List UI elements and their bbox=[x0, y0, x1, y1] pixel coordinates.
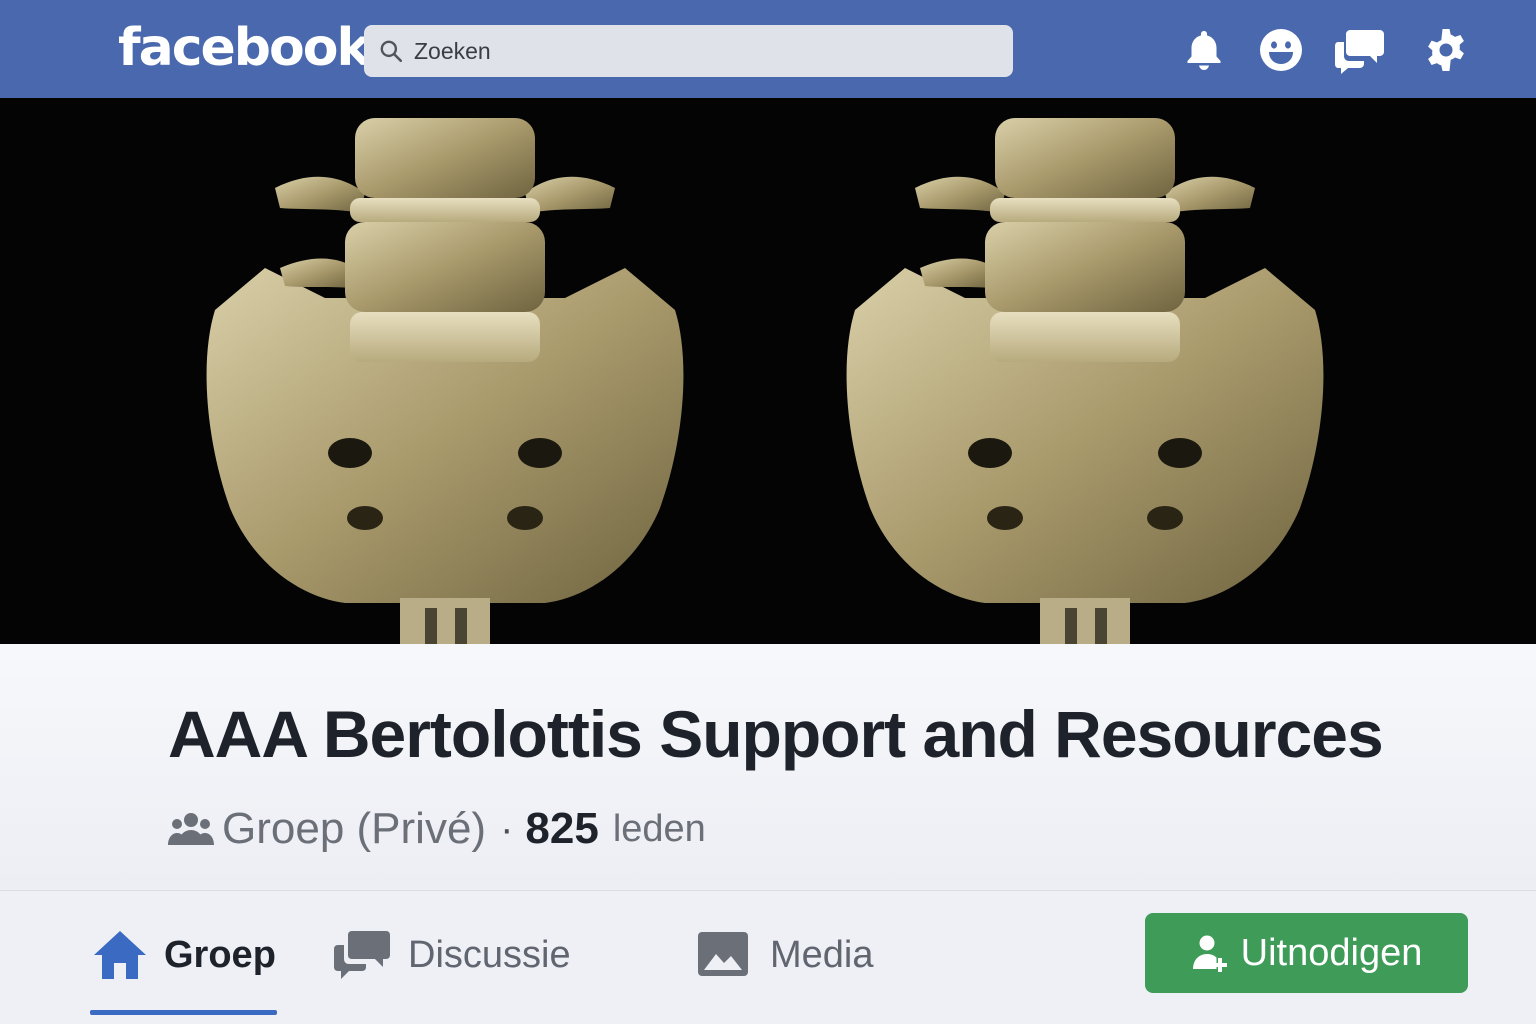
invite-button[interactable]: Uitnodigen bbox=[1145, 913, 1468, 993]
cover-photo bbox=[0, 98, 1536, 644]
group-privacy-type: Groep (Privé) bbox=[222, 804, 487, 853]
search-input[interactable] bbox=[414, 37, 974, 65]
smiley-icon[interactable] bbox=[1257, 26, 1305, 74]
messages-icon[interactable] bbox=[1334, 26, 1386, 74]
spine-image bbox=[206, 118, 1324, 644]
image-icon bbox=[698, 932, 748, 976]
tab-label: Discussie bbox=[408, 933, 571, 976]
member-label: leden bbox=[612, 807, 706, 850]
group-info: AAA Bertolottis Support and Resources Gr… bbox=[0, 644, 1536, 890]
home-icon bbox=[94, 931, 146, 979]
members-icon bbox=[168, 813, 214, 845]
tab-groep[interactable]: Groep bbox=[92, 925, 276, 985]
tab-media[interactable]: Media bbox=[696, 925, 874, 985]
invite-label: Uitnodigen bbox=[1240, 931, 1423, 974]
facebook-logo[interactable]: facebook bbox=[118, 18, 371, 78]
add-person-icon bbox=[1192, 935, 1227, 972]
search-icon bbox=[380, 40, 403, 63]
tab-discussie[interactable]: Discussie bbox=[334, 925, 571, 985]
search-bar[interactable] bbox=[364, 25, 1013, 77]
tab-label: Groep bbox=[164, 933, 276, 976]
group-title: AAA Bertolottis Support and Resources bbox=[168, 697, 1384, 771]
gear-icon[interactable] bbox=[1422, 26, 1470, 74]
group-tab-bar: Groep Discussie Media Uitnodigen bbox=[0, 890, 1536, 1024]
chat-icon bbox=[334, 931, 390, 979]
group-meta: Groep (Privé) · 825 leden bbox=[168, 804, 706, 854]
active-tab-indicator bbox=[90, 1010, 277, 1015]
separator-dot: · bbox=[500, 806, 514, 851]
member-count: 825 bbox=[525, 804, 599, 853]
bell-icon[interactable] bbox=[1180, 26, 1228, 74]
tab-label: Media bbox=[770, 933, 874, 976]
top-navigation-bar: facebook bbox=[0, 0, 1536, 98]
